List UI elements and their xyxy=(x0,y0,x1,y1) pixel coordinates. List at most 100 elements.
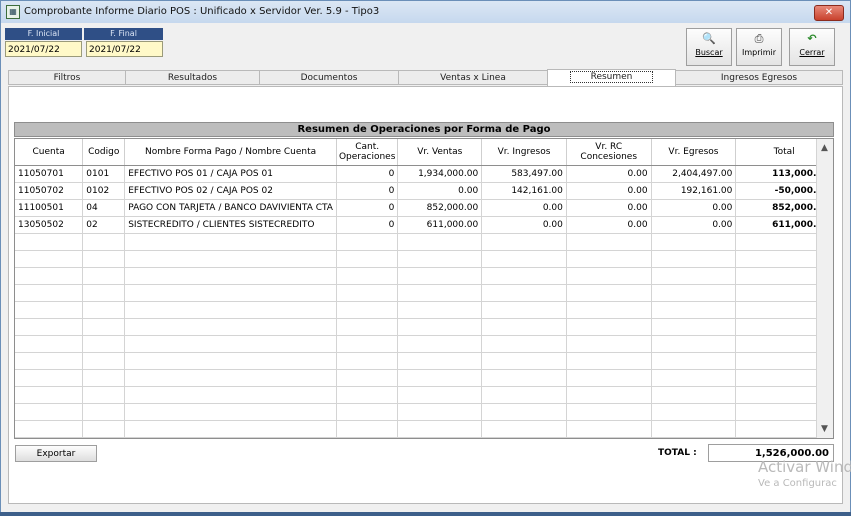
empty-cell xyxy=(124,250,337,268)
empty-cell xyxy=(82,284,126,302)
window-close-button[interactable]: ✕ xyxy=(814,5,844,21)
column-header[interactable]: Vr. RC Concesiones xyxy=(566,139,652,166)
empty-cell xyxy=(481,335,567,353)
empty-cell xyxy=(336,335,399,353)
table-cell: 0.00 xyxy=(566,182,652,200)
empty-cell xyxy=(336,233,399,251)
empty-cell xyxy=(566,284,652,302)
table-row[interactable]: 13050502 02 SISTECREDITO / CLIENTES SISTEC… xyxy=(15,216,833,234)
empty-row xyxy=(15,403,833,421)
table-cell: 0 xyxy=(336,182,399,200)
empty-cell xyxy=(82,233,126,251)
activation-watermark: Activar Wind xyxy=(758,458,851,476)
column-header[interactable]: Codigo xyxy=(82,139,126,166)
empty-cell xyxy=(82,318,126,336)
tab-resumen-label: Resumen xyxy=(569,71,654,83)
empty-cell xyxy=(481,301,567,319)
empty-cell xyxy=(397,386,483,404)
empty-cell xyxy=(336,318,399,336)
empty-cell xyxy=(336,301,399,319)
print-button-label: Imprimir xyxy=(741,48,777,57)
empty-cell xyxy=(397,318,483,336)
app-icon: ▦ xyxy=(6,5,20,19)
empty-cell xyxy=(481,250,567,268)
empty-cell xyxy=(15,233,84,251)
empty-cell xyxy=(15,318,84,336)
search-button[interactable]: 🔍 Buscar xyxy=(686,28,732,66)
section-title: Resumen de Operaciones por Forma de Pago xyxy=(14,122,834,137)
empty-cell xyxy=(651,318,737,336)
table-row[interactable]: 11050701 0101 EFECTIVO POS 01 / CAJA POS 0… xyxy=(15,165,833,183)
empty-cell xyxy=(15,301,84,319)
empty-cell xyxy=(124,301,337,319)
empty-cell xyxy=(651,233,737,251)
scroll-down-icon[interactable]: ▼ xyxy=(821,424,828,434)
table-cell: 11100501 xyxy=(15,199,84,217)
table-cell: 0 xyxy=(336,216,399,234)
column-header[interactable]: Vr. Ingresos xyxy=(481,139,567,166)
end-date-field[interactable]: 2021/07/22 xyxy=(86,41,163,57)
title-bar: ▦ Comprobante Informe Diario POS : Unifi… xyxy=(1,1,850,24)
empty-row xyxy=(15,250,833,268)
empty-cell xyxy=(15,420,84,438)
search-button-label: Buscar xyxy=(695,48,723,57)
column-header[interactable]: Cant. Operaciones xyxy=(336,139,399,166)
empty-row xyxy=(15,369,833,387)
empty-cell xyxy=(336,369,399,387)
empty-row xyxy=(15,386,833,404)
empty-row xyxy=(15,233,833,251)
empty-cell xyxy=(82,267,126,285)
close-button[interactable]: ↶ Cerrar xyxy=(789,28,835,66)
empty-row xyxy=(15,267,833,285)
tab-documentos[interactable]: Documentos xyxy=(259,70,399,85)
empty-row xyxy=(15,301,833,319)
table-cell: 0.00 xyxy=(397,182,483,200)
vertical-scrollbar[interactable]: ▲ ▼ xyxy=(816,139,833,438)
empty-cell xyxy=(566,335,652,353)
print-button[interactable]: ⎙ Imprimir xyxy=(736,28,782,66)
empty-cell xyxy=(124,403,337,421)
tab-resumen[interactable]: Resumen xyxy=(547,69,676,86)
table-cell: 0101 xyxy=(82,165,126,183)
table-cell: 0.00 xyxy=(481,199,567,217)
activation-watermark-sub: Ve a Configurac xyxy=(758,478,837,489)
table-cell: 0.00 xyxy=(651,199,737,217)
empty-cell xyxy=(397,250,483,268)
search-icon: 🔍 xyxy=(702,32,716,45)
empty-cell xyxy=(124,420,337,438)
empty-row xyxy=(15,318,833,336)
column-header[interactable]: Vr. Egresos xyxy=(651,139,737,166)
tab-ventas-x-linea[interactable]: Ventas x Linea xyxy=(398,70,548,85)
empty-cell xyxy=(397,420,483,438)
empty-cell xyxy=(336,284,399,302)
empty-cell xyxy=(397,369,483,387)
empty-cell xyxy=(336,403,399,421)
tab-filtros[interactable]: Filtros xyxy=(8,70,126,85)
tab-resultados[interactable]: Resultados xyxy=(125,70,260,85)
column-header[interactable]: Cuenta xyxy=(15,139,84,166)
table-cell: EFECTIVO POS 01 / CAJA POS 01 xyxy=(124,165,337,183)
table-cell: 0.00 xyxy=(481,216,567,234)
empty-cell xyxy=(124,386,337,404)
empty-cell xyxy=(336,267,399,285)
empty-cell xyxy=(566,318,652,336)
start-date-label: F. Inicial xyxy=(5,28,82,40)
table-row[interactable]: 11050702 0102 EFECTIVO POS 02 / CAJA POS 0… xyxy=(15,182,833,200)
empty-cell xyxy=(336,386,399,404)
empty-row xyxy=(15,352,833,370)
empty-cell xyxy=(124,233,337,251)
table-cell: 13050502 xyxy=(15,216,84,234)
column-header[interactable]: Vr. Ventas xyxy=(397,139,483,166)
summary-grid: Cuenta Codigo Nombre Forma Pago / Nombre C… xyxy=(14,138,834,439)
empty-cell xyxy=(481,318,567,336)
table-row[interactable]: 11100501 04 PAGO CON TARJETA / BANCO DAVIV… xyxy=(15,199,833,217)
empty-cell xyxy=(651,386,737,404)
scroll-up-icon[interactable]: ▲ xyxy=(821,143,828,153)
start-date-field[interactable]: 2021/07/22 xyxy=(5,41,82,57)
column-header[interactable]: Nombre Forma Pago / Nombre Cuenta xyxy=(124,139,337,166)
table-cell: 11050702 xyxy=(15,182,84,200)
empty-cell xyxy=(124,369,337,387)
export-button[interactable]: Exportar xyxy=(15,445,97,462)
tab-ingresos-egresos[interactable]: Ingresos Egresos xyxy=(675,70,843,85)
table-cell: 02 xyxy=(82,216,126,234)
